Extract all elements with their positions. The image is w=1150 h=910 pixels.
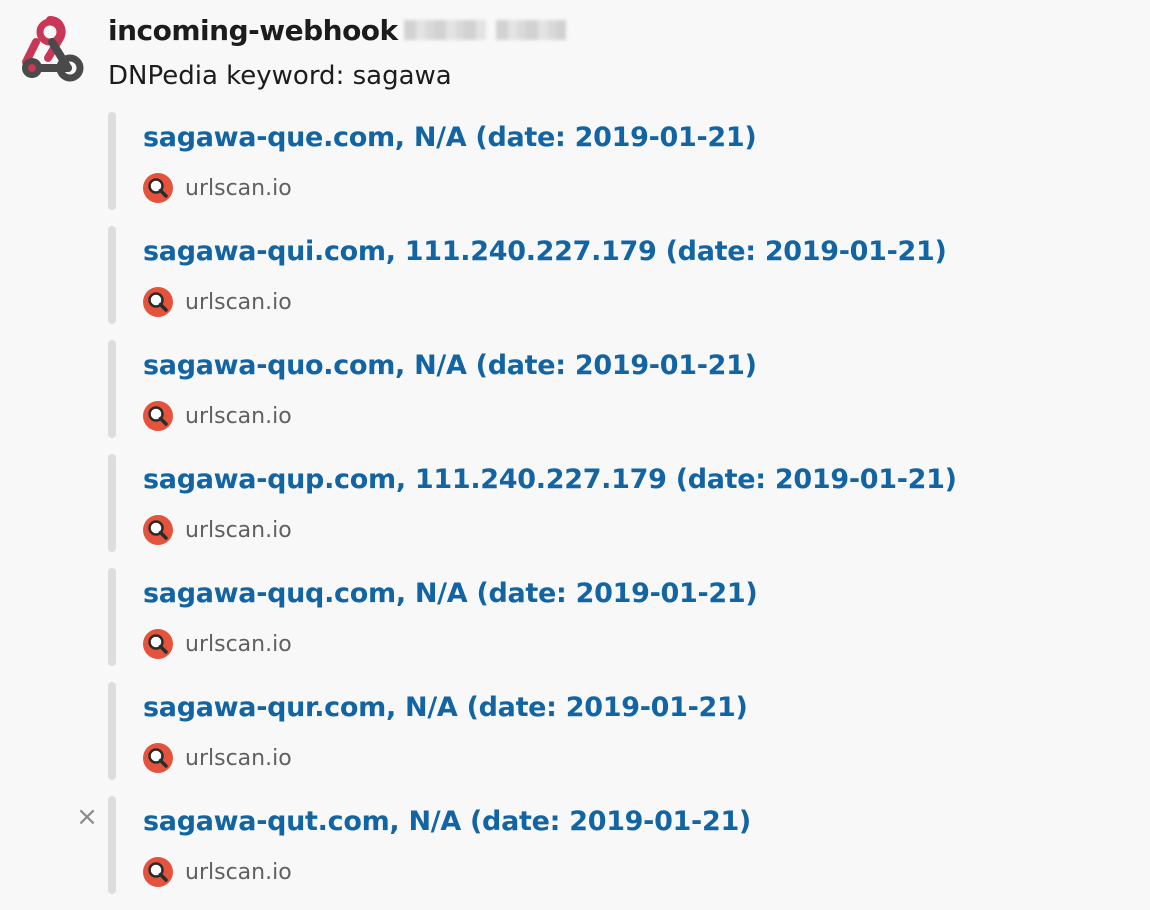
attachment-title-link[interactable]: sagawa-que.com, N/A (date: 2019-01-21): [143, 118, 757, 158]
attachment-footer-text: urlscan.io: [185, 289, 292, 315]
attachment-bar: [108, 112, 116, 210]
attachment-footer: urlscan.io: [143, 856, 292, 888]
urlscan-magnifier-icon: [143, 515, 173, 545]
attachment-footer-text: urlscan.io: [185, 745, 292, 771]
attachment-footer-text: urlscan.io: [185, 517, 292, 543]
attachment-footer: urlscan.io: [143, 172, 292, 204]
urlscan-magnifier-icon: [143, 287, 173, 317]
urlscan-magnifier-icon: [143, 401, 173, 431]
attachment-title-link[interactable]: sagawa-qur.com, N/A (date: 2019-01-21): [143, 688, 748, 728]
attachment-footer: urlscan.io: [143, 742, 292, 774]
urlscan-magnifier-icon: [143, 743, 173, 773]
close-icon[interactable]: ×: [76, 804, 98, 830]
attachment-bar: [108, 226, 116, 324]
attachment-title-link[interactable]: sagawa-quo.com, N/A (date: 2019-01-21): [143, 346, 757, 386]
urlscan-magnifier-icon: [143, 629, 173, 659]
urlscan-magnifier-icon: [143, 173, 173, 203]
attachment-footer-text: urlscan.io: [185, 631, 292, 657]
attachment-title-link[interactable]: sagawa-qui.com, 111.240.227.179 (date: 2…: [143, 232, 947, 272]
attachment-footer: urlscan.io: [143, 286, 292, 318]
attachment-footer: urlscan.io: [143, 628, 292, 660]
attachment-bar: [108, 682, 116, 780]
sender-name[interactable]: incoming-webhook: [108, 14, 398, 47]
attachment-footer-text: urlscan.io: [185, 403, 292, 429]
webhook-icon: [22, 16, 84, 82]
attachment-bar: [108, 796, 116, 894]
attachment-footer-text: urlscan.io: [185, 859, 292, 885]
attachment-title-link[interactable]: sagawa-quq.com, N/A (date: 2019-01-21): [143, 574, 758, 614]
urlscan-magnifier-icon: [143, 857, 173, 887]
attachment-title-link[interactable]: sagawa-qup.com, 111.240.227.179 (date: 2…: [143, 460, 957, 500]
avatar[interactable]: [12, 12, 88, 88]
attachment-title-link[interactable]: sagawa-qut.com, N/A (date: 2019-01-21): [143, 802, 751, 842]
redacted-text: [403, 20, 566, 40]
attachment-footer: urlscan.io: [143, 514, 292, 546]
attachment-bar: [108, 340, 116, 438]
message-header: incoming-webhook: [108, 10, 566, 50]
attachment-bar: [108, 568, 116, 666]
attachment-footer: urlscan.io: [143, 400, 292, 432]
message-text: DNPedia keyword: sagawa: [108, 61, 452, 91]
attachment-footer-text: urlscan.io: [185, 175, 292, 201]
attachment-bar: [108, 454, 116, 552]
